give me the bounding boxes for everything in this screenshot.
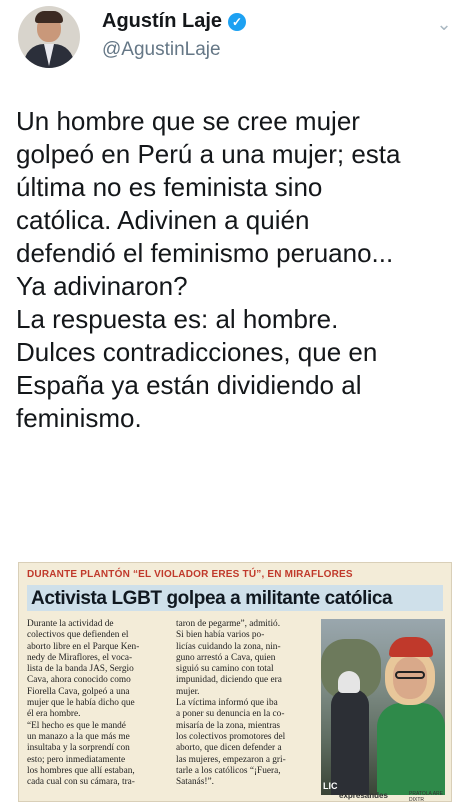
name-row: Agustín Laje ✓ — [102, 10, 247, 33]
clipping-kicker: DURANTE PLANTÓN “EL VIOLADOR ERES TÚ”, E… — [27, 569, 353, 580]
user-handle[interactable]: @AgustinLaje — [102, 39, 221, 61]
photo-officer-helmet — [338, 671, 360, 693]
photo-officer — [331, 689, 369, 795]
clipping-credit: expresandes — [339, 791, 388, 800]
clipping-credit-small: PRATOLA ARE DIXTR Prosikueder — [409, 791, 443, 802]
chevron-down-icon[interactable]: ⌄ — [433, 14, 455, 34]
avatar[interactable] — [18, 6, 80, 68]
clipping-columns: Durante la actividad de colectivos que d… — [27, 619, 317, 788]
photo-label: LIC — [323, 781, 338, 791]
newspaper-clipping-image[interactable]: DURANTE PLANTÓN “EL VIOLADOR ERES TÚ”, E… — [18, 562, 452, 802]
avatar-hair — [35, 11, 63, 23]
clipping-photo: LIC — [321, 619, 445, 795]
verified-badge-icon: ✓ — [228, 12, 247, 31]
clipping-column-2: taron de pegarme”, admitió. Si bien habí… — [176, 619, 286, 788]
clipping-headline-band: Activista LGBT golpea a militante católi… — [27, 585, 443, 611]
clipping-column-1: Durante la actividad de colectivos que d… — [27, 619, 140, 788]
photo-glasses — [395, 671, 425, 679]
display-name[interactable]: Agustín Laje — [102, 10, 222, 33]
clipping-headline: Activista LGBT golpea a militante católi… — [31, 588, 393, 609]
tweet-header: Agustín Laje ✓ @AgustinLaje ⌄ — [0, 0, 472, 90]
tweet-text: Un hombre que se cree mujer golpeó en Pe… — [16, 106, 401, 433]
photo-red-cap — [389, 637, 433, 657]
photo-woman-body — [377, 703, 445, 795]
